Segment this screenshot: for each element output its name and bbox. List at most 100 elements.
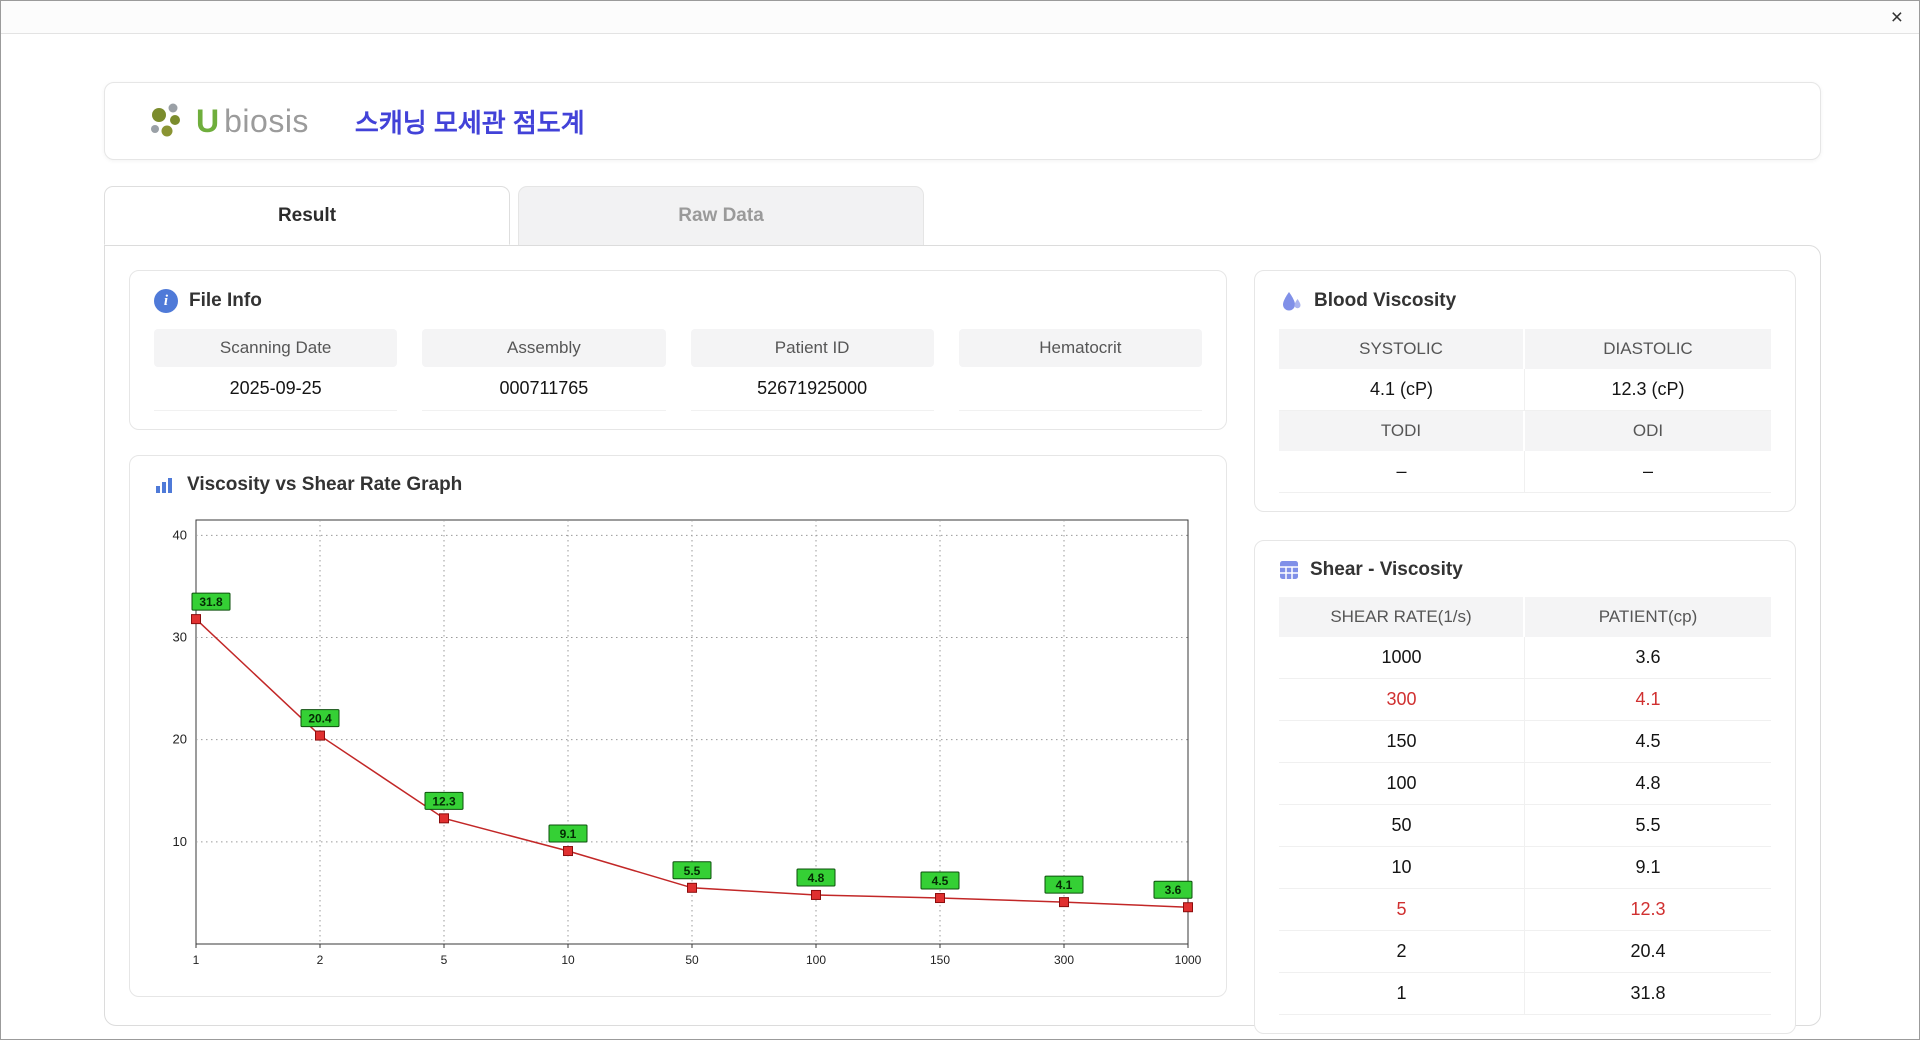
file-info-field-label: Assembly	[422, 329, 666, 367]
table-cell: 50	[1279, 805, 1525, 847]
table-cell: 10	[1279, 847, 1525, 889]
svg-text:10: 10	[561, 953, 575, 967]
table-cell: 1	[1279, 973, 1525, 1015]
bv-header-row: TODI ODI	[1279, 411, 1771, 451]
svg-text:9.1: 9.1	[560, 827, 577, 841]
chart-area: 10 20 30 40 1 2 5 10 50 100 150 300 1000 31.8 20.4 12.3…	[154, 508, 1202, 978]
svg-text:1: 1	[193, 953, 200, 967]
file-info-value-row: 2025-09-25 000711765 52671925000	[154, 367, 1202, 411]
blood-viscosity-title: Blood Viscosity	[1314, 290, 1457, 311]
tab-result[interactable]: Result	[104, 186, 510, 245]
table-cell: 31.8	[1525, 973, 1771, 1015]
file-info-header: i File Info	[154, 289, 1202, 313]
table-cell: 4.5	[1525, 721, 1771, 763]
shear-viscosity-title: Shear - Viscosity	[1310, 559, 1463, 580]
svg-text:5: 5	[441, 953, 448, 967]
svg-text:12.3: 12.3	[432, 794, 456, 808]
file-info-field-label: Scanning Date	[154, 329, 398, 367]
table-cell: 5	[1279, 889, 1525, 931]
bv-header-cell: TODI	[1279, 411, 1525, 451]
app-window: × Ubiosis 스캐닝 모세관 점도계 Result Raw Data i …	[0, 0, 1920, 1040]
blood-viscosity-table: SYSTOLIC DIASTOLIC 4.1 (cP) 12.3 (cP) TODI OD…	[1279, 329, 1771, 493]
svg-text:1000: 1000	[1175, 953, 1202, 967]
grid-table-icon	[1280, 561, 1298, 579]
bv-header-cell: ODI	[1525, 411, 1771, 451]
shear-viscosity-table: SHEAR RATE(1/s) PATIENT(cp) 1000 3.6 300 4.…	[1279, 597, 1771, 1015]
window-titlebar: ×	[1, 1, 1919, 34]
left-column: i File Info Scanning Date Assembly Patient…	[129, 270, 1227, 1001]
table-row: 150 4.5	[1279, 721, 1771, 763]
logo-text-u: U	[196, 102, 220, 139]
table-cell: 9.1	[1525, 847, 1771, 889]
svg-text:4.8: 4.8	[808, 871, 825, 885]
result-panel: i File Info Scanning Date Assembly Patient…	[104, 245, 1821, 1034]
svg-text:50: 50	[685, 953, 699, 967]
shear-viscosity-header: Shear - Viscosity	[1279, 559, 1771, 581]
file-info-title: File Info	[189, 290, 262, 311]
svg-text:150: 150	[930, 953, 950, 967]
right-column: Blood Viscosity SYSTOLIC DIASTOLIC 4.1 (cP…	[1254, 270, 1796, 1034]
page-title: 스캐닝 모세관 점도계	[354, 107, 585, 138]
svg-text:2: 2	[317, 953, 324, 967]
column-header-patient: PATIENT(cp)	[1525, 597, 1771, 637]
svg-text:20.4: 20.4	[308, 712, 332, 726]
svg-text:30: 30	[173, 629, 187, 644]
shear-viscosity-card: Shear - Viscosity SHEAR RATE(1/s) PATIEN…	[1254, 540, 1796, 1034]
graph-header: Viscosity vs Shear Rate Graph	[154, 474, 1202, 496]
table-cell: 3.6	[1525, 637, 1771, 679]
svg-text:100: 100	[806, 953, 826, 967]
table-cell: 1000	[1279, 637, 1525, 679]
file-info-label-row: Scanning Date Assembly Patient ID Hematocri…	[154, 329, 1202, 367]
table-row: 2 20.4	[1279, 931, 1771, 973]
file-info-field-value	[958, 367, 1202, 411]
bv-value-cell: –	[1525, 451, 1771, 493]
app-header: Ubiosis 스캐닝 모세관 점도계	[104, 82, 1821, 160]
svg-text:10: 10	[173, 834, 187, 849]
tab-raw-data[interactable]: Raw Data	[518, 186, 924, 245]
ubiosis-logo: Ubiosis	[147, 100, 309, 142]
svg-text:40: 40	[173, 527, 187, 542]
main-container: Ubiosis 스캐닝 모세관 점도계 Result Raw Data i Fi…	[104, 82, 1821, 1034]
table-row: 1 31.8	[1279, 973, 1771, 1015]
viscosity-shear-chart: 10 20 30 40 1 2 5 10 50 100 150 300 1000 31.8 20.4 12.3…	[173, 519, 1202, 967]
svg-text:300: 300	[1054, 953, 1074, 967]
file-info-field-label: Patient ID	[690, 329, 934, 367]
file-info-field-value: 2025-09-25	[154, 367, 398, 411]
table-row: 5 12.3	[1279, 889, 1771, 931]
graph-title: Viscosity vs Shear Rate Graph	[187, 474, 463, 495]
svg-text:20: 20	[173, 732, 187, 747]
bv-header-cell: SYSTOLIC	[1279, 329, 1525, 369]
tab-bar: Result Raw Data	[104, 186, 1821, 245]
svg-text:31.8: 31.8	[199, 595, 223, 609]
blood-viscosity-card: Blood Viscosity SYSTOLIC DIASTOLIC 4.1 (cP…	[1254, 270, 1796, 512]
bv-value-row: – –	[1279, 451, 1771, 493]
logo-dots-icon	[151, 103, 180, 137]
table-cell: 100	[1279, 763, 1525, 805]
bv-header-row: SYSTOLIC DIASTOLIC	[1279, 329, 1771, 369]
table-cell: 300	[1279, 679, 1525, 721]
svg-text:4.1: 4.1	[1056, 878, 1073, 892]
bar-chart-icon	[156, 478, 172, 493]
table-row: 10 9.1	[1279, 847, 1771, 889]
blood-viscosity-header: Blood Viscosity	[1279, 289, 1771, 313]
table-cell: 20.4	[1525, 931, 1771, 973]
graph-card: Viscosity vs Shear Rate Graph 10 20 30 40 1 2…	[129, 455, 1227, 997]
table-cell: 4.1	[1525, 679, 1771, 721]
close-icon[interactable]: ×	[1891, 7, 1903, 28]
svg-text:4.5: 4.5	[932, 874, 949, 888]
svg-text:3.6: 3.6	[1165, 883, 1182, 897]
table-row: 50 5.5	[1279, 805, 1771, 847]
bv-value-cell: 12.3 (cP)	[1525, 369, 1771, 411]
file-info-field-value: 000711765	[422, 367, 666, 411]
table-row: 300 4.1	[1279, 679, 1771, 721]
info-icon: i	[154, 289, 178, 313]
column-header-shear-rate: SHEAR RATE(1/s)	[1279, 597, 1525, 637]
table-row: 100 4.8	[1279, 763, 1771, 805]
table-cell: 2	[1279, 931, 1525, 973]
table-cell: 12.3	[1525, 889, 1771, 931]
table-cell: 5.5	[1525, 805, 1771, 847]
table-cell: 150	[1279, 721, 1525, 763]
table-row: 1000 3.6	[1279, 637, 1771, 679]
bv-header-cell: DIASTOLIC	[1525, 329, 1771, 369]
file-info-field-value: 52671925000	[690, 367, 934, 411]
